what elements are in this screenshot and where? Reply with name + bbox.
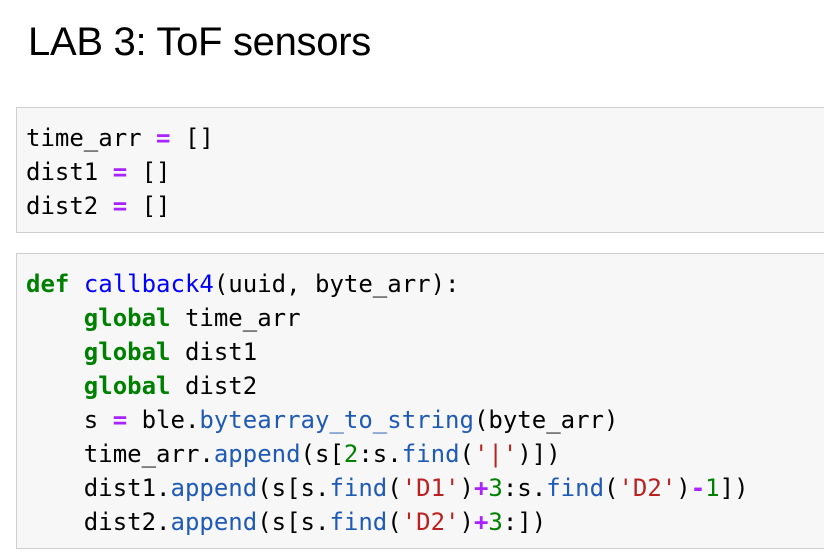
code-line: global dist2	[26, 369, 824, 403]
code-line: global dist1	[26, 335, 824, 369]
code-token: :s.	[358, 440, 402, 468]
keyword-token: def	[26, 270, 70, 298]
operator-token: +	[473, 508, 489, 536]
operator-token: =	[112, 192, 128, 220]
keyword-token: global	[83, 338, 171, 366]
string-token: 'D1'	[401, 474, 460, 502]
code-cell-2[interactable]: def callback4(uuid, byte_arr): global ti…	[16, 253, 824, 549]
code-line: def callback4(uuid, byte_arr):	[26, 267, 824, 301]
code-token: dist1	[26, 158, 113, 186]
notebook-page: LAB 3: ToF sensors time_arr = [] dist1 = …	[0, 0, 824, 554]
attribute-token: find	[329, 508, 388, 536]
code-line: dist2 = []	[26, 189, 824, 223]
operator-token: +	[473, 474, 489, 502]
code-block-1: time_arr = [] dist1 = [] dist2 = []	[26, 121, 824, 223]
code-token: )	[459, 474, 474, 502]
attribute-token: bytearray_to_string	[199, 406, 474, 434]
code-token: []	[127, 158, 171, 186]
attribute-token: find	[546, 474, 605, 502]
code-token: dist2	[170, 372, 258, 400]
code-line: dist1.append(s[s.find('D1')+3:s.find('D2…	[26, 471, 824, 505]
code-token: dist2	[26, 192, 113, 220]
code-token: time_arr.	[26, 440, 214, 468]
code-line: time_arr.append(s[2:s.find('|')])	[26, 437, 824, 471]
number-token: 3	[488, 474, 503, 502]
operator-token: =	[112, 158, 128, 186]
code-line: time_arr = []	[26, 121, 824, 155]
code-token: :])	[502, 508, 547, 536]
operator-token: =	[156, 124, 171, 152]
attribute-token: find	[401, 440, 460, 468]
code-line: global time_arr	[26, 301, 824, 335]
code-token: (	[604, 474, 619, 502]
code-token: dist1.	[26, 474, 171, 502]
number-token: 3	[488, 508, 503, 536]
code-token: )	[676, 474, 691, 502]
code-token: time_arr	[170, 304, 301, 332]
code-token: (s[	[300, 440, 344, 468]
operator-token: -	[690, 474, 706, 502]
number-token: 2	[343, 440, 359, 468]
code-token: (uuid, byte_arr):	[213, 270, 460, 298]
code-token: []	[170, 124, 214, 152]
string-token: '|'	[473, 440, 518, 468]
function-name-token: callback4	[83, 270, 214, 298]
code-token: )	[459, 508, 474, 536]
attribute-token: append	[213, 440, 301, 468]
attribute-token: append	[170, 508, 258, 536]
operator-token: =	[112, 406, 128, 434]
code-token: ])	[719, 474, 749, 502]
code-token: :s.	[502, 474, 547, 502]
code-token: (	[387, 508, 402, 536]
attribute-token: append	[170, 474, 258, 502]
string-token: 'D2'	[401, 508, 460, 536]
string-token: 'D2'	[618, 474, 677, 502]
code-token: (	[387, 474, 402, 502]
number-token: 1	[705, 474, 720, 502]
code-token: )])	[517, 440, 561, 468]
code-token: ble.	[127, 406, 200, 434]
code-token: dist2.	[26, 508, 171, 536]
code-line: dist1 = []	[26, 155, 824, 189]
code-token: (byte_arr)	[473, 406, 619, 434]
code-token: s	[26, 406, 113, 434]
keyword-token: global	[83, 304, 171, 332]
code-token: []	[127, 192, 171, 220]
code-token: (s[s.	[257, 474, 330, 502]
code-cell-1[interactable]: time_arr = [] dist1 = [] dist2 = []	[16, 107, 824, 233]
page-title: LAB 3: ToF sensors	[28, 20, 371, 64]
code-token: time_arr	[26, 124, 157, 152]
code-token: dist1	[170, 338, 258, 366]
code-line: s = ble.bytearray_to_string(byte_arr)	[26, 403, 824, 437]
attribute-token: find	[329, 474, 388, 502]
code-line: dist2.append(s[s.find('D2')+3:])	[26, 505, 824, 539]
code-token: (s[s.	[257, 508, 330, 536]
code-token: (	[459, 440, 474, 468]
keyword-token: global	[83, 372, 171, 400]
code-block-2: def callback4(uuid, byte_arr): global ti…	[26, 267, 824, 539]
